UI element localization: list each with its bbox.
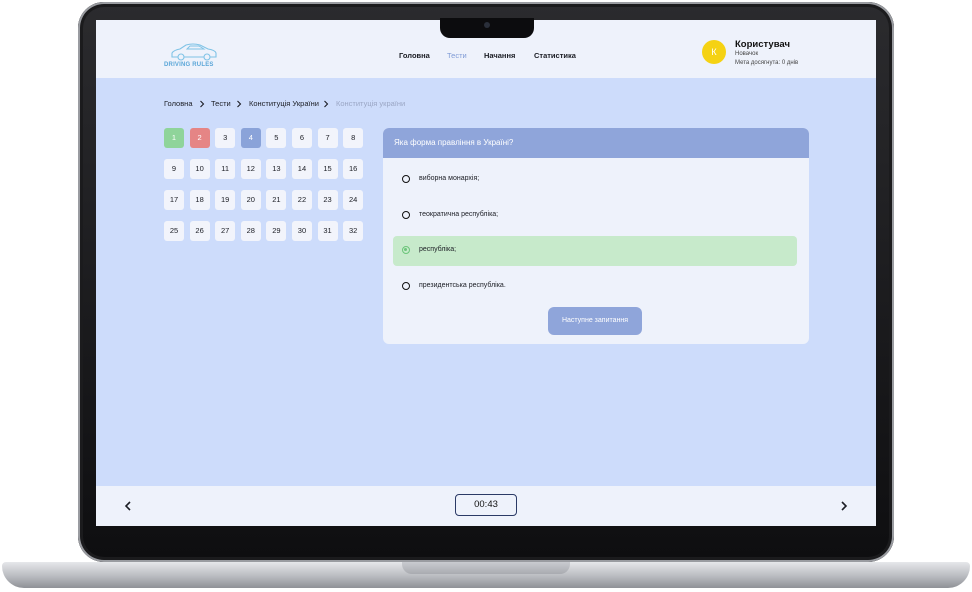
breadcrumb-category[interactable]: Конституція України [249, 99, 319, 108]
timer: 00:43 [455, 494, 517, 516]
nav-item-learning[interactable]: Начання [484, 51, 515, 60]
chevron-right-icon [324, 100, 329, 108]
question-number-button[interactable]: 4 [240, 128, 261, 148]
question-number-button[interactable]: 5 [266, 128, 287, 148]
question-number-button[interactable]: 6 [291, 128, 312, 148]
question-number-button[interactable]: 30 [291, 221, 312, 241]
question-number-button[interactable]: 24 [343, 190, 364, 210]
app-screen: DRIVING RULES Головна Тести Начання Стат… [96, 20, 876, 526]
question-number-button[interactable]: 13 [266, 159, 287, 179]
answer-text: виборна монархія; [419, 175, 480, 182]
breadcrumb-home[interactable]: Головна [164, 99, 193, 108]
user-goal: Мета досягнута: 0 днів [735, 60, 799, 66]
question-number-button[interactable]: 7 [317, 128, 338, 148]
question-number-button[interactable]: 8 [343, 128, 364, 148]
question-number-button[interactable]: 32 [343, 221, 364, 241]
nav-item-home[interactable]: Головна [399, 51, 430, 60]
question-number-button[interactable]: 12 [240, 159, 261, 179]
answer-option[interactable]: виборна монархія; [393, 165, 797, 195]
user-level: Новачок [735, 51, 759, 57]
chevron-right-icon [841, 501, 848, 511]
answer-text: республіка; [419, 246, 457, 253]
radio-button-selected[interactable] [402, 246, 410, 254]
chevron-left-icon [124, 501, 131, 511]
question-number-button[interactable]: 23 [317, 190, 338, 210]
question-number-button[interactable]: 16 [343, 159, 364, 179]
logo-text: DRIVING RULES [164, 62, 214, 68]
question-number-button[interactable]: 9 [164, 159, 184, 179]
question-number-button[interactable]: 29 [266, 221, 287, 241]
nav-item-statistics[interactable]: Статистика [534, 51, 576, 60]
question-number-button[interactable]: 25 [164, 221, 184, 241]
question-number-button[interactable]: 21 [266, 190, 287, 210]
question-number-button[interactable]: 2 [189, 128, 210, 148]
answer-text: теократична республіка; [419, 211, 499, 218]
question-number-button[interactable]: 14 [291, 159, 312, 179]
question-number-button[interactable]: 27 [215, 221, 236, 241]
camera-icon [484, 22, 490, 28]
question-number-grid: 1 2 3 4 5 6 7 8 9 10 11 12 13 14 15 16 17 18 19 20 21 22 23 24 2… [164, 128, 364, 241]
logo[interactable]: DRIVING RULES [164, 42, 222, 72]
question-number-button[interactable]: 3 [215, 128, 236, 148]
question-number-button[interactable]: 11 [215, 159, 236, 179]
question-number-button[interactable]: 20 [240, 190, 261, 210]
laptop-base-notch [402, 562, 570, 574]
chevron-right-icon [200, 100, 205, 108]
question-number-button[interactable]: 1 [164, 128, 184, 148]
question-number-button[interactable]: 31 [317, 221, 338, 241]
car-icon [171, 43, 217, 61]
question-number-button[interactable]: 19 [215, 190, 236, 210]
question-number-button[interactable]: 10 [189, 159, 210, 179]
answer-option[interactable]: теократична республіка; [393, 201, 797, 231]
footer-bar: 00:43 [96, 486, 876, 526]
next-question-button[interactable]: Наступне запитання [548, 307, 642, 335]
camera-notch [440, 18, 534, 38]
question-number-button[interactable]: 26 [189, 221, 210, 241]
question-number-button[interactable]: 17 [164, 190, 184, 210]
radio-button[interactable] [402, 175, 410, 183]
answer-option-correct[interactable]: республіка; [393, 236, 797, 266]
avatar[interactable]: К [702, 40, 726, 64]
radio-button[interactable] [402, 211, 410, 219]
nav-item-tests[interactable]: Тести [447, 51, 467, 60]
answer-option[interactable]: президентська республіка. [393, 272, 797, 302]
user-name[interactable]: Користувач [735, 39, 790, 50]
breadcrumb-tests[interactable]: Тести [211, 99, 231, 108]
next-question-arrow-button[interactable] [836, 498, 852, 514]
radio-button[interactable] [402, 282, 410, 290]
prev-question-button[interactable] [120, 498, 136, 514]
question-card: Яка форма правління в Україні? виборна м… [383, 128, 809, 344]
answer-text: президентська республіка. [419, 282, 506, 289]
question-text: Яка форма правління в Україні? [383, 128, 809, 158]
question-number-button[interactable]: 28 [240, 221, 261, 241]
question-number-button[interactable]: 15 [317, 159, 338, 179]
chevron-right-icon [237, 100, 242, 108]
breadcrumb-current: Конституція україни [336, 99, 406, 108]
question-number-button[interactable]: 18 [189, 190, 210, 210]
question-number-button[interactable]: 22 [291, 190, 312, 210]
